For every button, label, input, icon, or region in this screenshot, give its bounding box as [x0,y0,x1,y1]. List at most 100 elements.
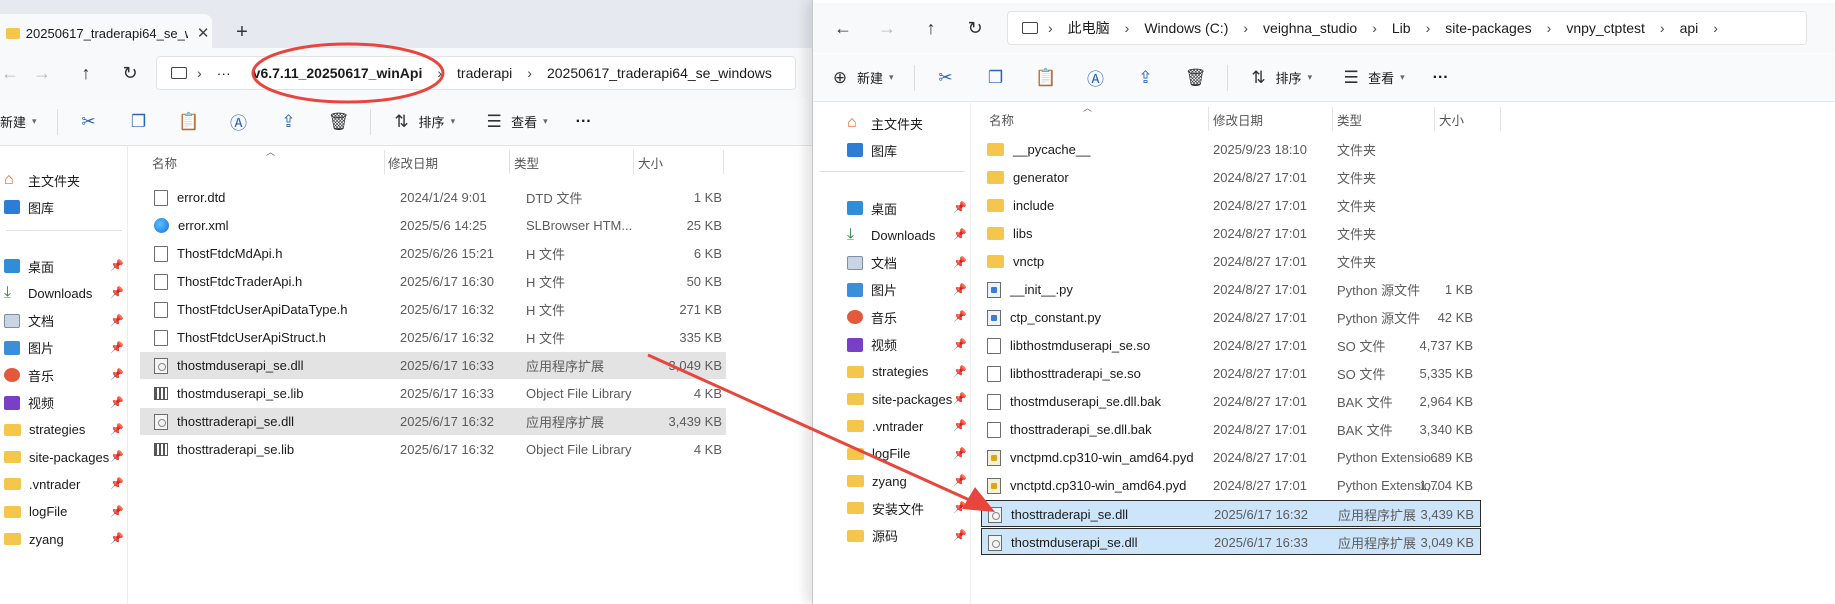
copy-button[interactable]: ❐ [971,68,1021,88]
pin-icon[interactable]: 📌 [110,505,124,518]
file-row-thosttraderapi-se-dll[interactable]: thosttraderapi_se.dll 2025/6/17 16:32 应用程序… [140,408,726,435]
nav-item-downloads-3[interactable]: ⤓ Downloads [847,223,935,247]
nav-item-item-5[interactable]: 图片 [4,336,54,360]
pin-icon[interactable]: 📌 [110,423,124,436]
back-icon[interactable]: ← [821,12,865,44]
nav-item-item-4[interactable]: 文档 [847,251,897,275]
column-header-type[interactable]: 类型 [1337,103,1362,135]
pin-icon[interactable]: 📌 [953,310,967,323]
nav-item-item-6[interactable]: 音乐 [847,305,897,329]
address-bar[interactable]: › ··· v6.7.11_20250617_winApi › traderap… [156,56,796,90]
new-button[interactable]: 新建 ▾ [0,112,51,131]
breadcrumb-item[interactable]: vnpy_ctptest [1555,20,1656,36]
cut-button[interactable]: ✂ [921,68,971,88]
column-header-type[interactable]: 类型 [514,146,539,178]
file-row-libs[interactable]: libs 2024/8/27 17:01 文件夹 [981,220,1481,247]
column-divider[interactable] [1500,107,1501,131]
pin-icon[interactable]: 📌 [953,283,967,296]
file-row-init-py[interactable]: __init__.py 2024/8/27 17:01 Python 源文件 1 KB [981,276,1481,303]
file-row-thostmduserapi-se-dll[interactable]: thostmduserapi_se.dll 2025/6/17 16:33 应用程序… [981,528,1481,555]
column-header-name[interactable]: 名称 [989,103,1014,135]
file-row-thostmduserapi-se-dll-bak[interactable]: thostmduserapi_se.dll.bak 2024/8/27 17:01… [981,388,1481,415]
pin-icon[interactable]: 📌 [953,392,967,405]
file-row-libthostmduserapi-se-so[interactable]: libthostmduserapi_se.so 2024/8/27 17:01 SO… [981,332,1481,359]
cut-button[interactable]: ✂ [64,112,114,132]
column-header-size[interactable]: 大小 [638,146,663,178]
breadcrumb-item[interactable]: Windows (C:) [1133,20,1239,36]
nav-item-item-1[interactable]: 图库 [847,138,897,162]
refresh-icon[interactable]: ↻ [108,57,152,89]
file-row-thosttraderapi-se-dll-bak[interactable]: thosttraderapi_se.dll.bak 2024/8/27 17:01… [981,416,1481,443]
breadcrumb-item[interactable]: 20250617_traderapi64_se_windows [536,65,783,81]
file-row-vnctpmd-cp310-win-amd64-pyd[interactable]: vnctpmd.cp310-win_amd64.pyd 2024/8/27 17:… [981,444,1481,471]
paste-button[interactable]: 📋 [164,112,214,132]
pin-icon[interactable]: 📌 [953,338,967,351]
breadcrumb-item[interactable]: v6.7.11_20250617_winApi [242,65,434,81]
column-divider[interactable] [1332,107,1333,131]
column-divider[interactable] [723,150,724,174]
nav-item-item-0[interactable]: ⌂ 主文件夹 [847,111,923,135]
delete-button[interactable]: 🗑 [1171,68,1221,88]
forward-icon[interactable]: → [20,57,64,89]
rename-button[interactable]: Ⓐ [214,112,264,133]
file-row-pycache[interactable]: __pycache__ 2025/9/23 18:10 文件夹 [981,136,1481,163]
pin-icon[interactable]: 📌 [953,256,967,269]
column-header-size[interactable]: 大小 [1439,103,1464,135]
copy-button[interactable]: ❐ [114,112,164,132]
address-bar[interactable]: › 此电脑 › Windows (C:) › veighna_studio › … [1007,11,1807,45]
pin-icon[interactable]: 📌 [110,259,124,272]
column-divider[interactable] [1434,107,1435,131]
file-row-vnctp[interactable]: vnctp 2024/8/27 17:01 文件夹 [981,248,1481,275]
paste-button[interactable]: 📋 [1021,68,1071,88]
file-row-error-xml[interactable]: error.xml 2025/5/6 14:25 SLBrowser HTM... 2… [140,212,726,239]
nav-item-item-13[interactable]: 安装文件 [847,496,924,520]
pin-icon[interactable]: 📌 [953,529,967,542]
forward-icon[interactable]: → [865,12,909,44]
breadcrumb-item[interactable]: veighna_studio [1252,20,1368,36]
file-row-thostmduserapi-se-dll[interactable]: thostmduserapi_se.dll 2025/6/17 16:33 应用程序… [140,352,726,379]
pin-icon[interactable]: 📌 [110,396,124,409]
nav-item-item-4[interactable]: 文档 [4,309,54,333]
up-icon[interactable]: ↑ [64,57,108,89]
nav-item-item-2[interactable]: 桌面 [847,196,897,220]
nav-item-site-packages-9[interactable]: site-packages [847,387,952,411]
pin-icon[interactable]: 📌 [953,501,967,514]
new-tab-button[interactable]: + [230,20,254,44]
tab-active[interactable]: 20250617_traderapi64_se_windows ✕ [0,14,212,52]
file-row-thostmduserapi-se-lib[interactable]: thostmduserapi_se.lib 2025/6/17 16:33 Obje… [140,380,726,407]
file-row-error-dtd[interactable]: error.dtd 2024/1/24 9:01 DTD 文件 1 KB [140,184,726,211]
nav-item-item-0[interactable]: ⌂ 主文件夹 [4,168,80,192]
sort-button[interactable]: ⇅ 排序 ▾ [377,112,470,132]
file-row-generator[interactable]: generator 2024/8/27 17:01 文件夹 [981,164,1481,191]
column-header-modified[interactable]: 修改日期 [1213,103,1263,135]
column-header-modified[interactable]: 修改日期 [388,146,438,178]
nav-item-item-5[interactable]: 图片 [847,278,897,302]
pin-icon[interactable]: 📌 [110,477,124,490]
nav-item-zyang-12[interactable]: zyang [4,527,64,551]
pin-icon[interactable]: 📌 [953,447,967,460]
up-icon[interactable]: ↑ [909,12,953,44]
pin-icon[interactable]: 📌 [110,450,124,463]
share-button[interactable]: ⇪ [1121,68,1171,88]
column-divider[interactable] [509,150,510,174]
back-icon[interactable]: ← [0,57,20,89]
file-row-thosttraderapi-se-lib[interactable]: thosttraderapi_se.lib 2025/6/17 16:32 Obje… [140,436,726,463]
column-divider[interactable] [384,150,385,174]
breadcrumb-item[interactable]: api [1669,20,1710,36]
column-header-name[interactable]: 名称 [152,146,177,178]
close-icon[interactable]: ✕ [194,24,212,42]
file-row-thostftdcuserapistruct-h[interactable]: ThostFtdcUserApiStruct.h 2025/6/17 16:32 H… [140,324,726,351]
breadcrumb-overflow[interactable]: ··· [206,65,242,81]
nav-item-item-6[interactable]: 音乐 [4,363,54,387]
file-row-thostftdcmdapi-h[interactable]: ThostFtdcMdApi.h 2025/6/26 15:21 H 文件 6 KB [140,240,726,267]
breadcrumb-item[interactable]: Lib [1381,20,1422,36]
file-row-thostftdctraderapi-h[interactable]: ThostFtdcTraderApi.h 2025/6/17 16:30 H 文件 5… [140,268,726,295]
nav-item-downloads-3[interactable]: ⤓ Downloads [4,281,92,305]
more-button[interactable]: ··· [1419,69,1463,87]
file-row-thosttraderapi-se-dll[interactable]: thosttraderapi_se.dll 2025/6/17 16:32 应用程序… [981,500,1481,527]
pin-icon[interactable]: 📌 [110,341,124,354]
file-row-include[interactable]: include 2024/8/27 17:01 文件夹 [981,192,1481,219]
column-divider[interactable] [633,150,634,174]
nav-item-zyang-12[interactable]: zyang [847,469,907,493]
new-button[interactable]: ⊕ 新建 ▾ [813,68,908,88]
